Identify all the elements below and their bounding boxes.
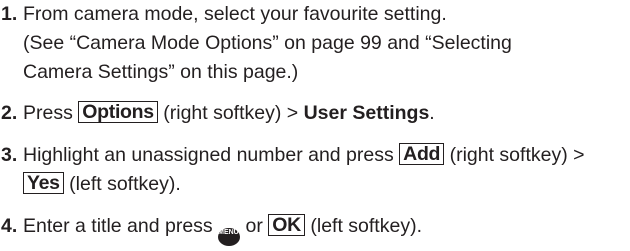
step-text: (left softkey). (63, 173, 181, 195)
step-text-line: Highlight an unassigned number and press… (23, 141, 585, 170)
step-number: 4. (1, 215, 18, 237)
step-text: Press (23, 102, 79, 124)
step-text-line: (See “Camera Mode Options” on page 99 an… (23, 32, 512, 54)
step-text-line: Enter a title and press MENU OK or OK (l… (23, 212, 422, 246)
step-text: . (429, 102, 435, 124)
ok-key-label: OK (268, 214, 305, 236)
user-settings-label: User Settings (303, 102, 430, 124)
step-text: or (240, 215, 269, 237)
step-text: (right softkey) > (157, 102, 304, 124)
step-text: (left softkey). (304, 215, 422, 237)
add-key-label: Add (399, 143, 445, 165)
step-text: Enter a title and press (23, 215, 219, 237)
step-text-line: Yes (left softkey). (23, 170, 181, 199)
step-number: 2. (1, 102, 18, 124)
step-text-line: Press Options (right softkey) > User Set… (23, 99, 435, 128)
step-text: (right softkey) > (444, 144, 585, 166)
step-text-line: Camera Settings” on this page.) (23, 61, 299, 83)
step-number: 1. (1, 3, 18, 25)
instruction-steps: 1. From camera mode, select your favouri… (0, 0, 630, 251)
step-number: 3. (1, 144, 18, 166)
step-text: Highlight an unassigned number and press (23, 144, 400, 166)
menu-ok-key-icon: MENU OK (218, 228, 251, 246)
yes-key-label: Yes (23, 172, 64, 194)
step-text-line: From camera mode, select your favourite … (23, 3, 447, 25)
options-key-label: Options (78, 101, 158, 123)
